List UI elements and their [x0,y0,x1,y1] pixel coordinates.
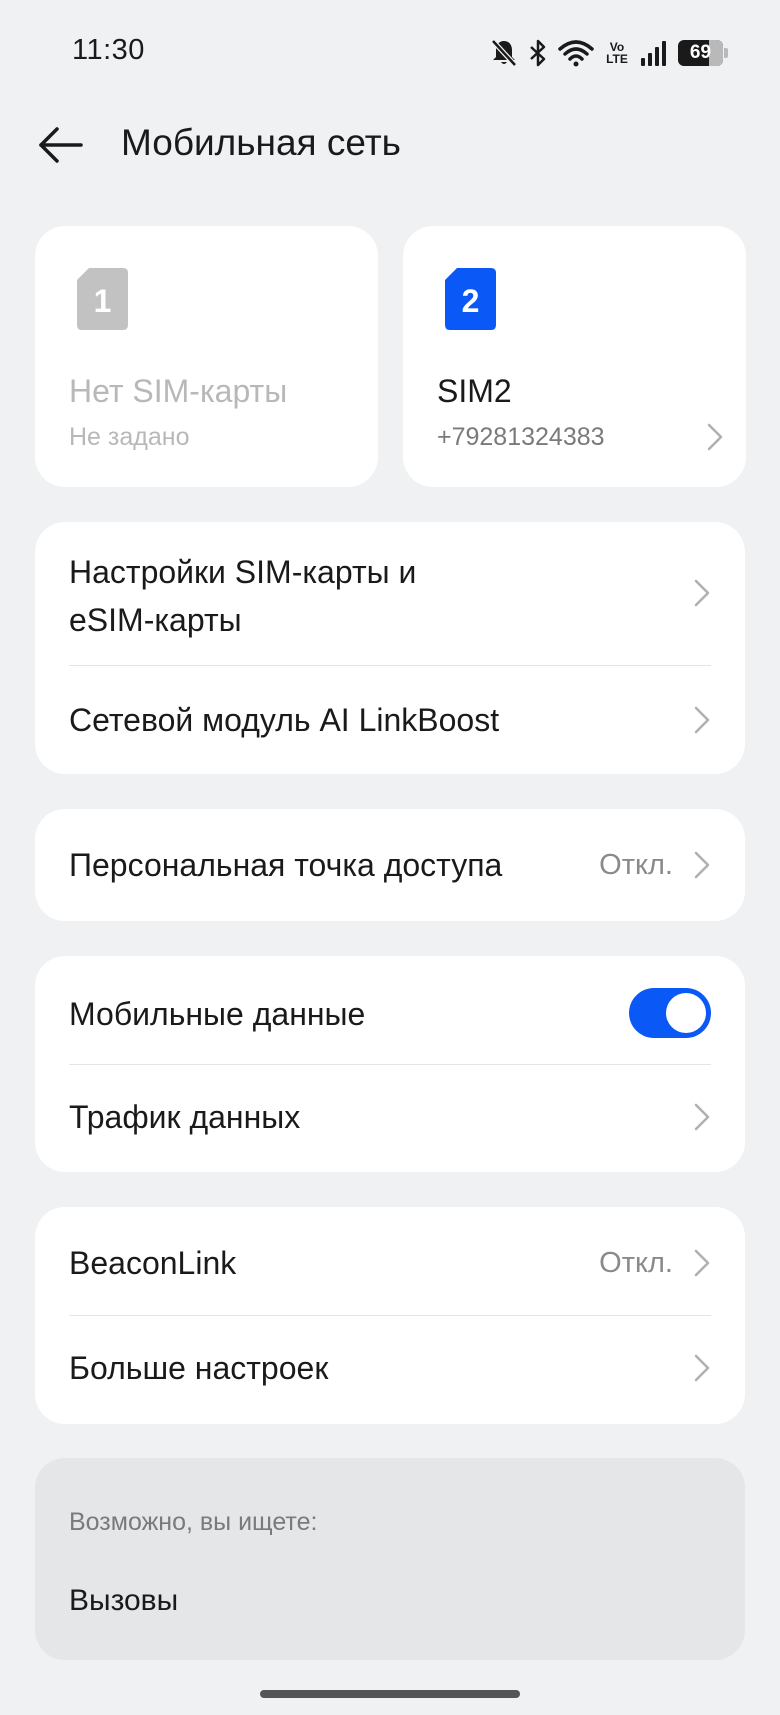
extra-settings-group: BeaconLink Откл. Больше настроек [35,1207,745,1424]
screen: 11:30 Vo LTE 69 Мобильная сеть 1 Нет SIM… [0,0,780,1715]
home-indicator[interactable] [260,1690,520,1698]
hotspot-group: Персональная точка доступа Откл. [35,809,745,921]
mobile-data-label: Мобильные данные [69,996,366,1032]
mobile-data-group: Мобильные данные Трафик данных [35,956,745,1172]
ai-linkboost-row[interactable]: Сетевой модуль AI LinkBoost [35,666,745,774]
page-title: Мобильная сеть [121,122,401,163]
suggestion-calls-link[interactable]: Вызовы [69,1584,178,1618]
volte-bottom-label: LTE [606,52,628,66]
status-icons: Vo LTE 69 [490,36,728,70]
toggle-knob [666,993,706,1033]
chevron-right-icon [694,851,710,879]
bell-muted-icon [490,38,518,68]
beaconlink-row[interactable]: BeaconLink Откл. [35,1207,745,1315]
chevron-right-icon [694,1103,710,1131]
sim-2-name: SIM2 [437,373,512,409]
chevron-right-icon [694,1249,710,1277]
chevron-right-icon [694,706,710,734]
arrow-left-icon [39,127,83,163]
chevron-right-icon [694,1354,710,1382]
header: Мобильная сеть [0,110,780,180]
chevron-right-icon [707,423,723,451]
sim-1-status: Не задано [69,423,190,451]
chevron-right-icon [694,579,710,607]
status-bar: 11:30 Vo LTE 69 [0,0,780,100]
personal-hotspot-row[interactable]: Персональная точка доступа Откл. [35,809,745,921]
sim-card-icon: 2 [445,268,496,330]
volte-icon: Vo LTE [604,41,630,65]
more-settings-row[interactable]: Больше настроек [35,1316,745,1424]
sim-esim-settings-label: Настройки SIM-карты и eSIM-карты [69,548,416,644]
sim-esim-settings-label-line1: Настройки SIM-карты и [69,554,417,590]
battery-body: 69 [678,40,723,66]
suggestions-title: Возможно, вы ищете: [69,1508,318,1536]
sim-settings-group: Настройки SIM-карты и eSIM-карты Сетевой… [35,522,745,774]
personal-hotspot-value: Откл. [599,849,673,881]
battery-tip [724,48,728,58]
sim-card-icon: 1 [77,268,128,330]
mobile-data-toggle[interactable] [629,988,711,1038]
more-settings-label: Больше настроек [69,1350,329,1386]
sim-esim-settings-row[interactable]: Настройки SIM-карты и eSIM-карты [35,522,745,665]
mobile-data-row: Мобильные данные [35,956,745,1064]
battery-percent: 69 [689,42,712,63]
sim-card-2[interactable]: 2 SIM2 +79281324383 [403,226,746,487]
data-traffic-label: Трафик данных [69,1099,301,1135]
wifi-icon [558,39,594,67]
sim-esim-settings-label-line2: eSIM-карты [69,602,242,638]
signal-icon [640,39,668,67]
sim-2-number: 2 [462,283,480,319]
beaconlink-label: BeaconLink [69,1245,237,1281]
personal-hotspot-label: Персональная точка доступа [69,847,503,883]
suggestions-panel: Возможно, вы ищете: Вызовы [35,1458,745,1660]
beaconlink-value: Откл. [599,1247,673,1279]
data-traffic-row[interactable]: Трафик данных [35,1065,745,1172]
status-time: 11:30 [72,34,145,66]
sim-1-name: Нет SIM-карты [69,373,288,409]
battery-icon: 69 [678,40,728,66]
sim-card-1: 1 Нет SIM-карты Не задано [35,226,378,487]
back-button[interactable] [34,120,88,170]
sim-1-number: 1 [94,283,112,319]
bluetooth-icon [528,38,548,68]
ai-linkboost-label: Сетевой модуль AI LinkBoost [69,702,500,738]
sim-2-phone-number: +79281324383 [437,423,605,451]
